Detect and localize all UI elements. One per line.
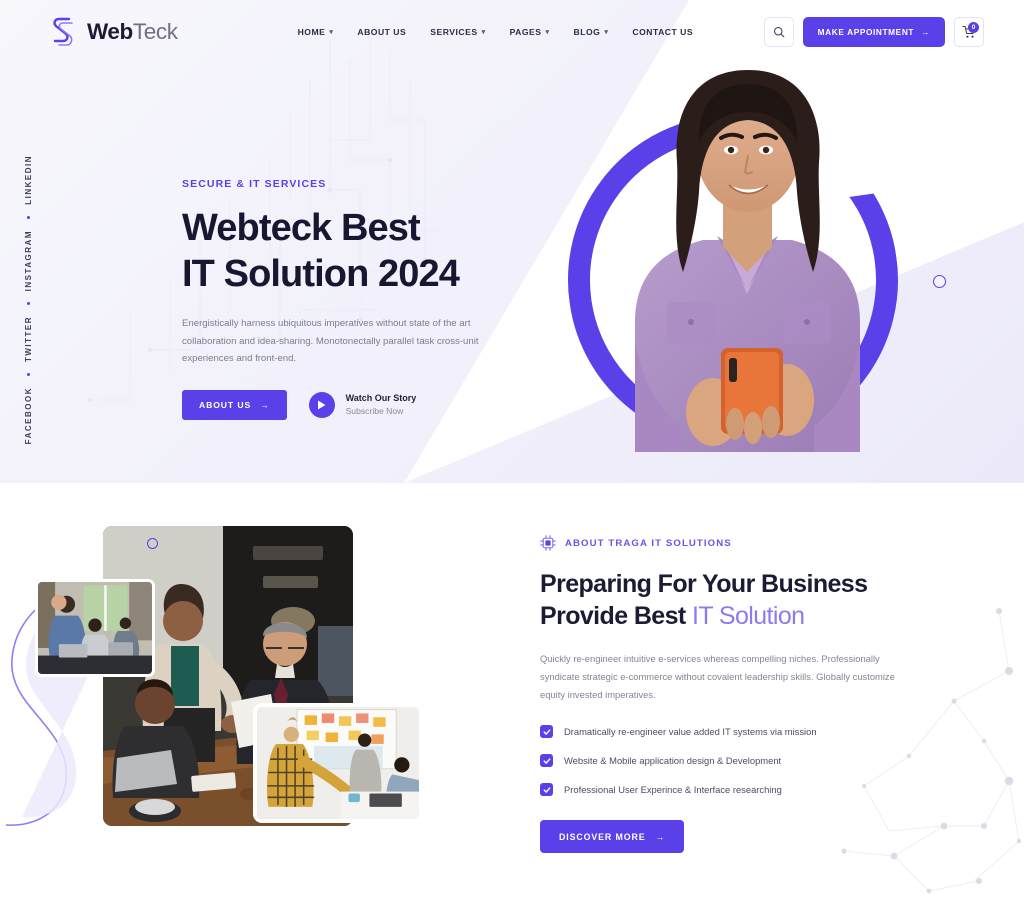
- make-appointment-label: MAKE APPOINTMENT: [817, 27, 915, 37]
- social-separator-dot: [27, 302, 30, 306]
- logo-text-light: Teck: [132, 18, 178, 44]
- watch-title: Watch Our Story: [345, 393, 417, 404]
- social-separator-dot: [27, 373, 30, 377]
- about-image-collage: [0, 513, 540, 873]
- hero-copy: SECURE & IT SERVICES Webteck Best IT Sol…: [182, 178, 542, 421]
- checklist-label: Dramatically re-engineer value added IT …: [564, 726, 817, 738]
- hero-eyebrow: SECURE & IT SERVICES: [182, 178, 327, 190]
- nav-label: BLOG: [573, 27, 601, 37]
- watch-subtitle: Subscribe Now: [345, 406, 404, 417]
- social-link-twitter[interactable]: TWITTER: [24, 316, 33, 362]
- hero-title-line1: Webteck Best: [182, 207, 421, 249]
- about-text-column: ABOUT TRAGA IT SOLUTIONS Preparing For Y…: [540, 513, 960, 873]
- chevron-down-icon: ▾: [604, 28, 609, 36]
- social-links-rail: FACEBOOK TWITTER INSTAGRAM LINKEDIN: [24, 155, 33, 445]
- hero-about-us-button[interactable]: ABOUT US →: [182, 390, 287, 421]
- checklist-item: Professional User Experince & Interface …: [540, 783, 960, 797]
- collage-ring-decoration: [147, 538, 158, 549]
- play-icon: [318, 400, 326, 410]
- about-description: Quickly re-engineer intuitive e-services…: [540, 652, 895, 701]
- checklist-label: Professional User Experince & Interface …: [564, 784, 782, 796]
- about-eyebrow-label: ABOUT TRAGA IT SOLUTIONS: [565, 537, 732, 549]
- hero-visual: [550, 0, 970, 483]
- arrow-right-icon: →: [921, 27, 930, 37]
- social-link-facebook[interactable]: FACEBOOK: [24, 387, 33, 444]
- checklist-label: Website & Mobile application design & De…: [564, 755, 782, 767]
- nav-item-home[interactable]: HOME ▾: [298, 27, 334, 37]
- main-navigation: HOME ▾ ABOUT US SERVICES ▾ PAGES ▾ BLOG …: [298, 27, 694, 37]
- hero-section: WebTeck HOME ▾ ABOUT US SERVICES ▾ PAGES…: [0, 0, 1024, 483]
- cart-button[interactable]: 0: [954, 17, 984, 47]
- about-title: Preparing For Your Business Provide Best…: [540, 569, 960, 633]
- site-header: WebTeck HOME ▾ ABOUT US SERVICES ▾ PAGES…: [0, 0, 1024, 64]
- social-separator-dot: [27, 215, 30, 219]
- discover-more-label: DISCOVER MORE: [559, 831, 646, 842]
- discover-more-button[interactable]: DISCOVER MORE →: [540, 820, 685, 854]
- collage-image-whiteboard-brainstorm: [253, 703, 423, 823]
- check-icon: [540, 783, 553, 797]
- hero-description: Energistically harness ubiquitous impera…: [182, 317, 479, 365]
- nav-label: CONTACT US: [632, 27, 694, 37]
- checklist-item: Dramatically re-engineer value added IT …: [540, 725, 960, 739]
- collage-image-coworkers-desk: [35, 579, 155, 677]
- about-title-line2-accent: IT Solution: [691, 601, 805, 630]
- play-button[interactable]: [308, 392, 335, 419]
- about-title-line1: Preparing For Your Business: [540, 570, 868, 598]
- make-appointment-button[interactable]: MAKE APPOINTMENT →: [802, 17, 945, 47]
- social-link-linkedin[interactable]: LINKEDIN: [24, 155, 33, 205]
- nav-label: ABOUT US: [357, 27, 407, 37]
- check-icon: [540, 725, 553, 739]
- checklist-item: Website & Mobile application design & De…: [540, 754, 960, 768]
- nav-item-contact-us[interactable]: CONTACT US: [632, 27, 693, 37]
- logo-wordmark: WebTeck: [87, 18, 178, 44]
- nav-label: SERVICES: [430, 27, 478, 37]
- arrow-right-icon: →: [260, 400, 270, 411]
- nav-item-services[interactable]: SERVICES ▾: [430, 27, 485, 37]
- chevron-down-icon: ▾: [545, 28, 550, 36]
- hero-title: Webteck Best IT Solution 2024: [182, 206, 542, 298]
- hero-actions: ABOUT US → Watch Our Story Subscribe Now: [182, 390, 542, 421]
- search-icon: [773, 26, 785, 38]
- hero-bubble-ring-decoration: [933, 275, 946, 288]
- chevron-down-icon: ▾: [329, 28, 334, 36]
- cart-count-badge: 0: [968, 22, 979, 33]
- nav-item-about-us[interactable]: ABOUT US: [357, 27, 406, 37]
- watch-text: Watch Our Story Subscribe Now: [346, 392, 417, 418]
- hero-title-line2: IT Solution 2024: [182, 252, 460, 295]
- social-link-instagram[interactable]: INSTAGRAM: [24, 230, 33, 291]
- about-checklist: Dramatically re-engineer value added IT …: [540, 725, 960, 797]
- hero-cta-label: ABOUT US: [199, 400, 252, 411]
- chip-processor-icon: [540, 535, 556, 551]
- webteck-s-logo-icon: [53, 17, 73, 46]
- about-section: ABOUT TRAGA IT SOLUTIONS Preparing For Y…: [0, 483, 1024, 911]
- arrow-right-icon: →: [655, 831, 666, 842]
- about-title-line2-plain: Provide Best: [540, 601, 692, 630]
- nav-item-pages[interactable]: PAGES ▾: [510, 27, 550, 37]
- logo-text-bold: Web: [87, 18, 133, 44]
- check-icon: [540, 754, 553, 768]
- nav-item-blog[interactable]: BLOG ▾: [574, 27, 609, 37]
- about-inner: ABOUT TRAGA IT SOLUTIONS Preparing For Y…: [0, 483, 1024, 873]
- site-logo[interactable]: WebTeck: [52, 17, 178, 47]
- search-button[interactable]: [763, 17, 794, 47]
- chevron-down-icon: ▾: [481, 28, 486, 36]
- header-actions: MAKE APPOINTMENT → 0: [763, 17, 984, 47]
- nav-label: PAGES: [509, 27, 542, 37]
- watch-our-story[interactable]: Watch Our Story Subscribe Now: [308, 392, 417, 419]
- about-eyebrow: ABOUT TRAGA IT SOLUTIONS: [540, 535, 960, 551]
- nav-label: HOME: [297, 27, 326, 37]
- hero-photo-woman-with-phone: [635, 70, 860, 452]
